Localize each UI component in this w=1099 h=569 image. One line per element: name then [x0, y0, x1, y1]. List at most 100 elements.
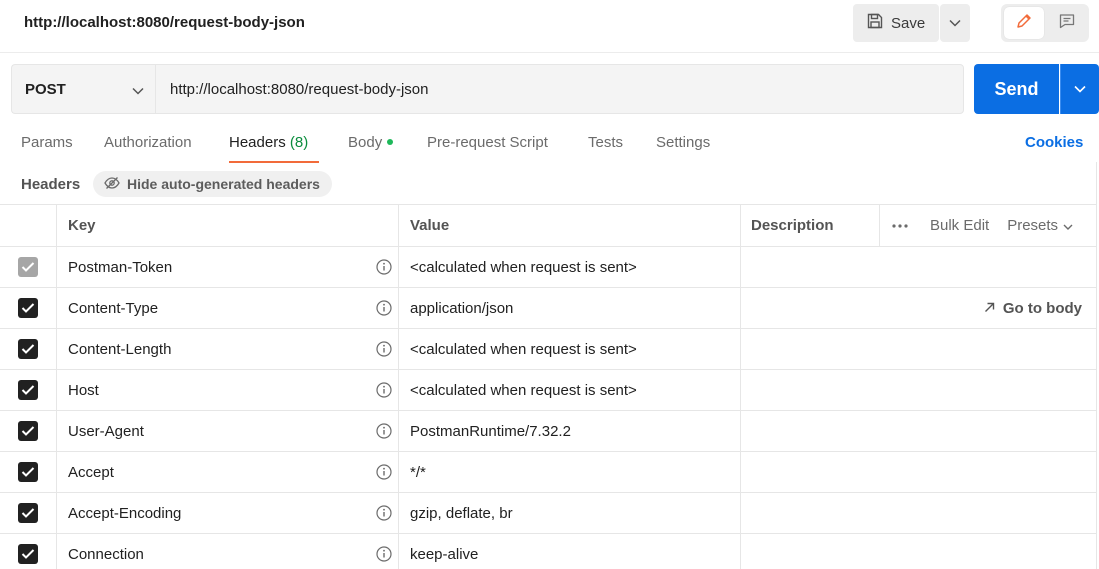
- header-description[interactable]: [741, 247, 1096, 287]
- table-row: Content-Type application/json Go to body: [0, 288, 1096, 329]
- top-bar: http://localhost:8080/request-body-json …: [0, 0, 1099, 53]
- check-icon: [21, 508, 35, 518]
- table-row: Content-Length <calculated when request …: [0, 329, 1096, 370]
- method-value: POST: [25, 80, 66, 98]
- bulk-edit-button[interactable]: Bulk Edit: [930, 217, 989, 234]
- active-tab-indicator: [229, 161, 319, 163]
- header-key[interactable]: Content-Length: [68, 341, 171, 358]
- body-indicator-dot: [387, 139, 394, 146]
- table-tools: Bulk Edit Presets: [880, 205, 1073, 246]
- header-key[interactable]: Connection: [68, 546, 144, 563]
- header-key[interactable]: Accept: [68, 464, 114, 481]
- header-description[interactable]: [741, 452, 1096, 492]
- check-column-header: [0, 205, 57, 246]
- header-description[interactable]: [741, 534, 1096, 569]
- header-checkbox[interactable]: [18, 380, 38, 400]
- table-row: User-Agent PostmanRuntime/7.32.2: [0, 411, 1096, 452]
- header-checkbox[interactable]: [18, 257, 38, 277]
- header-value[interactable]: <calculated when request is sent>: [399, 370, 741, 410]
- comment-icon: [1058, 12, 1076, 35]
- save-button[interactable]: Save: [853, 4, 939, 42]
- header-value[interactable]: keep-alive: [399, 534, 741, 569]
- view-mode-toggle: [1001, 4, 1089, 42]
- table-row: Accept-Encoding gzip, deflate, br: [0, 493, 1096, 534]
- pencil-icon: [1015, 12, 1033, 35]
- hide-auto-generated-headers-button[interactable]: Hide auto-generated headers: [93, 171, 332, 197]
- method-select[interactable]: POST: [11, 64, 156, 114]
- tab-tests[interactable]: Tests: [588, 134, 623, 151]
- more-options-icon[interactable]: [880, 223, 920, 228]
- table-row: Connection keep-alive: [0, 534, 1096, 569]
- cookies-link[interactable]: Cookies: [1025, 134, 1083, 151]
- tab-body[interactable]: Body: [348, 134, 394, 151]
- panel-divider: [1096, 162, 1097, 569]
- tab-headers-label: Headers: [229, 134, 286, 151]
- arrow-up-right-icon: [984, 300, 995, 317]
- check-icon: [21, 385, 35, 395]
- tab-authorization[interactable]: Authorization: [104, 134, 192, 151]
- key-column-header: Key: [57, 205, 399, 246]
- header-description[interactable]: [741, 370, 1096, 410]
- save-label: Save: [891, 14, 926, 32]
- info-icon[interactable]: [376, 300, 392, 316]
- send-button[interactable]: Send: [974, 64, 1059, 114]
- table-row: Host <calculated when request is sent>: [0, 370, 1096, 411]
- header-value[interactable]: PostmanRuntime/7.32.2: [399, 411, 741, 451]
- info-icon[interactable]: [376, 341, 392, 357]
- header-description[interactable]: [741, 329, 1096, 369]
- save-icon: [866, 12, 884, 34]
- info-icon[interactable]: [376, 382, 392, 398]
- go-to-body-link[interactable]: Go to body: [984, 288, 1082, 328]
- check-icon: [21, 549, 35, 559]
- description-column-header: Description: [741, 205, 880, 246]
- table-header-row: Key Value Description Bulk Edit Presets: [0, 204, 1096, 247]
- header-checkbox[interactable]: [18, 339, 38, 359]
- info-icon[interactable]: [376, 259, 392, 275]
- header-checkbox[interactable]: [18, 503, 38, 523]
- header-key[interactable]: Content-Type: [68, 300, 158, 317]
- header-checkbox[interactable]: [18, 421, 38, 441]
- headers-table: Key Value Description Bulk Edit Presets …: [0, 204, 1096, 569]
- header-description[interactable]: [741, 411, 1096, 451]
- header-checkbox[interactable]: [18, 298, 38, 318]
- header-key[interactable]: Host: [68, 382, 99, 399]
- tab-pre-request-script[interactable]: Pre-request Script: [427, 134, 548, 151]
- send-options-button[interactable]: [1060, 64, 1099, 114]
- edit-mode-button[interactable]: [1004, 7, 1044, 39]
- header-key[interactable]: Postman-Token: [68, 259, 172, 276]
- header-value[interactable]: <calculated when request is sent>: [399, 329, 741, 369]
- header-checkbox[interactable]: [18, 544, 38, 564]
- header-description[interactable]: [741, 493, 1096, 533]
- header-key[interactable]: User-Agent: [68, 423, 144, 440]
- chevron-down-icon: [949, 14, 961, 32]
- presets-dropdown[interactable]: Presets: [1007, 217, 1073, 234]
- comment-mode-button[interactable]: [1047, 7, 1087, 39]
- value-column-header: Value: [399, 205, 741, 246]
- header-value[interactable]: <calculated when request is sent>: [399, 247, 741, 287]
- table-row: Accept */*: [0, 452, 1096, 493]
- info-icon[interactable]: [376, 423, 392, 439]
- tab-settings[interactable]: Settings: [656, 134, 710, 151]
- url-input[interactable]: [155, 64, 964, 114]
- go-to-body-label: Go to body: [1002, 299, 1082, 317]
- headers-section-label: Headers: [21, 176, 81, 193]
- info-icon[interactable]: [376, 505, 392, 521]
- header-checkbox[interactable]: [18, 462, 38, 482]
- request-title[interactable]: http://localhost:8080/request-body-json: [24, 14, 305, 31]
- chevron-down-icon: [1074, 80, 1086, 98]
- info-icon[interactable]: [376, 546, 392, 562]
- header-key[interactable]: Accept-Encoding: [68, 505, 181, 522]
- request-tabs: Params Authorization Headers (8) Body Pr…: [0, 125, 1099, 165]
- info-icon[interactable]: [376, 464, 392, 480]
- tab-headers[interactable]: Headers (8): [229, 134, 308, 151]
- header-value[interactable]: gzip, deflate, br: [399, 493, 741, 533]
- header-description[interactable]: Go to body: [741, 288, 1096, 328]
- header-value[interactable]: application/json: [399, 288, 741, 328]
- eye-off-icon: [104, 176, 120, 193]
- tab-params[interactable]: Params: [21, 134, 73, 151]
- chevron-down-icon: [132, 82, 144, 99]
- check-icon: [21, 344, 35, 354]
- save-options-button[interactable]: [940, 4, 970, 42]
- header-value[interactable]: */*: [399, 452, 741, 492]
- check-icon: [21, 467, 35, 477]
